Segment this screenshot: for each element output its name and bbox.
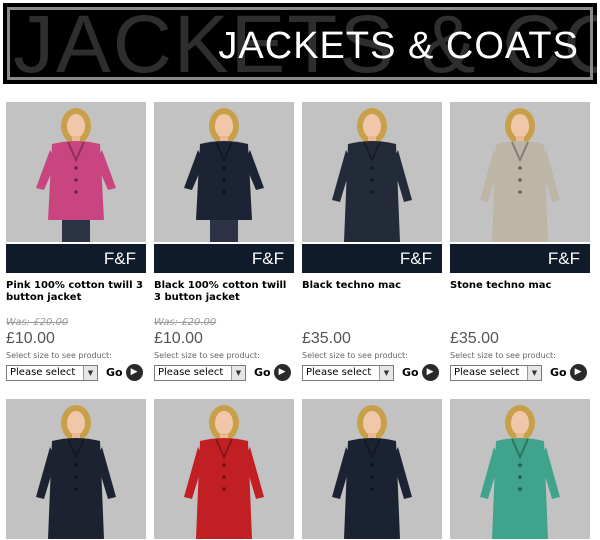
was-price: Was: £20.00 bbox=[154, 317, 217, 328]
product-card: F&F Pink 100% cotton twill 3 button jack… bbox=[6, 102, 146, 387]
coat-button bbox=[518, 487, 522, 491]
model-face bbox=[363, 114, 381, 138]
brand-logo: F&F bbox=[251, 249, 284, 268]
product-price: £10.00 bbox=[6, 330, 55, 347]
go-button[interactable]: Go ▶ bbox=[550, 364, 587, 382]
product-card: F&F Stone techno mac £35.00 Select size … bbox=[450, 102, 590, 387]
size-select-value: Please select bbox=[158, 367, 224, 378]
coat-button bbox=[370, 166, 374, 170]
coat-button bbox=[222, 463, 226, 467]
go-button[interactable]: Go ▶ bbox=[106, 364, 143, 382]
coat-button bbox=[370, 487, 374, 491]
model-face bbox=[511, 411, 529, 435]
product-image[interactable] bbox=[6, 102, 146, 242]
model-face bbox=[215, 411, 233, 435]
product-price: £10.00 bbox=[154, 330, 203, 347]
coat-button bbox=[518, 178, 522, 182]
chevron-down-icon: ▼ bbox=[379, 366, 393, 380]
brand-logo: F&F bbox=[399, 249, 432, 268]
go-label: Go bbox=[106, 366, 123, 379]
go-button[interactable]: Go ▶ bbox=[254, 364, 291, 382]
brand-strip: F&F bbox=[6, 242, 146, 273]
model-face bbox=[511, 114, 529, 138]
product-name-link[interactable]: Pink 100% cotton twill 3 button jacket bbox=[6, 280, 146, 304]
chevron-down-icon: ▼ bbox=[527, 366, 541, 380]
product-name-link[interactable]: Stone techno mac bbox=[450, 280, 590, 292]
arrow-right-icon: ▶ bbox=[273, 364, 291, 381]
coat-button bbox=[74, 475, 78, 479]
coat-button bbox=[222, 475, 226, 479]
arrow-right-icon: ▶ bbox=[569, 364, 587, 381]
coat-button bbox=[370, 475, 374, 479]
coat-button bbox=[370, 463, 374, 467]
product-image[interactable] bbox=[302, 399, 442, 539]
product-card: F&F Black 100% cotton twill 3 button jac… bbox=[154, 102, 294, 387]
size-select[interactable]: Please select ▼ bbox=[302, 365, 394, 381]
product-image[interactable] bbox=[154, 102, 294, 242]
size-select[interactable]: Please select ▼ bbox=[6, 365, 98, 381]
coat-button bbox=[518, 190, 522, 194]
coat-button bbox=[74, 166, 78, 170]
size-select-label: Select size to see product: bbox=[302, 351, 408, 360]
product-card: F&F Black techno mac £35.00 Select size … bbox=[302, 102, 442, 387]
go-label: Go bbox=[254, 366, 271, 379]
coat-button bbox=[518, 166, 522, 170]
product-name-link[interactable]: Black techno mac bbox=[302, 280, 442, 292]
coat-button bbox=[222, 487, 226, 491]
coat-button bbox=[370, 178, 374, 182]
arrow-right-icon: ▶ bbox=[125, 364, 143, 381]
coat-button bbox=[74, 178, 78, 182]
page-title: JACKETS & COATS bbox=[218, 25, 579, 67]
coat-button bbox=[518, 475, 522, 479]
product-image[interactable] bbox=[302, 102, 442, 242]
coat-button bbox=[222, 166, 226, 170]
product-price: £35.00 bbox=[302, 330, 351, 347]
brand-strip: F&F bbox=[154, 242, 294, 273]
brand-strip: F&F bbox=[450, 242, 590, 273]
coat-button bbox=[222, 190, 226, 194]
was-price: Was: £20.00 bbox=[6, 317, 69, 328]
coat-button bbox=[222, 178, 226, 182]
chevron-down-icon: ▼ bbox=[231, 366, 245, 380]
product-image[interactable] bbox=[6, 399, 146, 539]
size-select-label: Select size to see product: bbox=[154, 351, 260, 360]
product-image[interactable] bbox=[450, 399, 590, 539]
coat-button bbox=[74, 190, 78, 194]
brand-strip: F&F bbox=[302, 242, 442, 273]
brand-logo: F&F bbox=[103, 249, 136, 268]
coat-button bbox=[518, 463, 522, 467]
chevron-down-icon: ▼ bbox=[83, 366, 97, 380]
size-select-label: Select size to see product: bbox=[6, 351, 112, 360]
coat-button bbox=[370, 190, 374, 194]
model-face bbox=[215, 114, 233, 138]
size-select-value: Please select bbox=[454, 367, 520, 378]
product-price: £35.00 bbox=[450, 330, 499, 347]
size-select-value: Please select bbox=[306, 367, 372, 378]
product-image[interactable] bbox=[154, 399, 294, 539]
go-label: Go bbox=[402, 366, 419, 379]
product-image[interactable] bbox=[450, 102, 590, 242]
coat-button bbox=[74, 487, 78, 491]
go-button[interactable]: Go ▶ bbox=[402, 364, 439, 382]
product-name-link[interactable]: Black 100% cotton twill 3 button jacket bbox=[154, 280, 294, 304]
category-banner: JACKETS & CO JACKETS & COATS bbox=[3, 3, 597, 84]
model-face bbox=[67, 411, 85, 435]
go-label: Go bbox=[550, 366, 567, 379]
arrow-right-icon: ▶ bbox=[421, 364, 439, 381]
model-face bbox=[67, 114, 85, 138]
brand-logo: F&F bbox=[547, 249, 580, 268]
coat-button bbox=[74, 463, 78, 467]
size-select[interactable]: Please select ▼ bbox=[450, 365, 542, 381]
size-select[interactable]: Please select ▼ bbox=[154, 365, 246, 381]
size-select-value: Please select bbox=[10, 367, 76, 378]
size-select-label: Select size to see product: bbox=[450, 351, 556, 360]
model-face bbox=[363, 411, 381, 435]
